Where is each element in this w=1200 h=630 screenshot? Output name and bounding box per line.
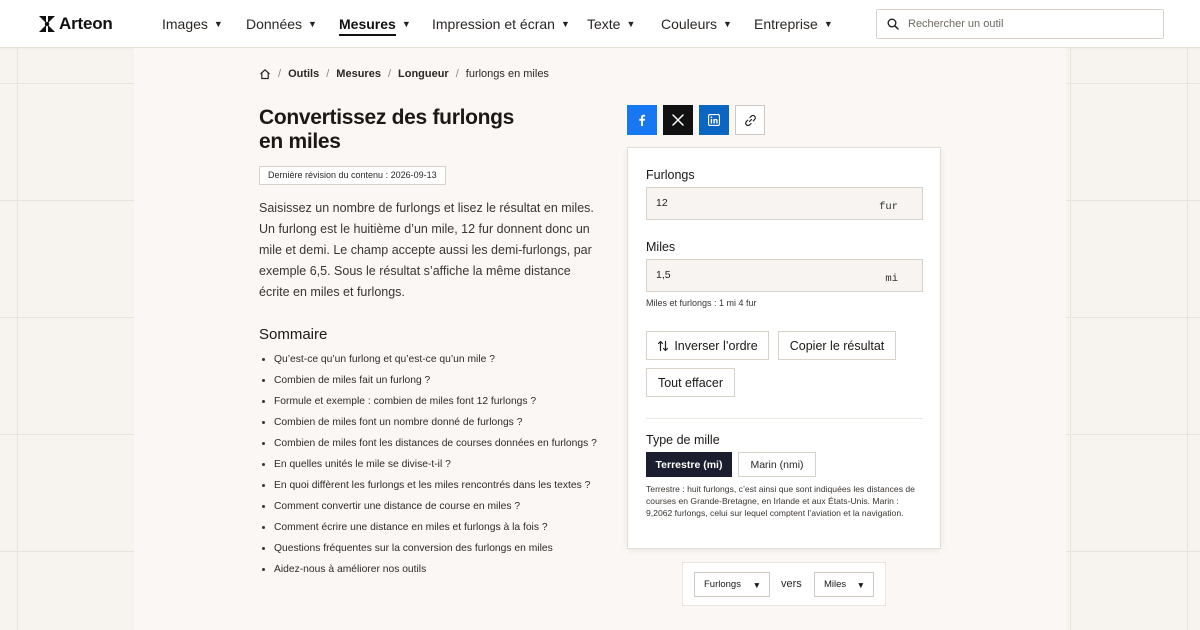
caret-down-icon: ▼ (401, 19, 411, 29)
mixed-result-note: Miles et furlongs : 1 mi 4 fur (646, 298, 757, 308)
nav-item-donnees[interactable]: Données ▼ (246, 0, 317, 48)
breadcrumb-separator: / (455, 68, 459, 80)
nav-item-couleurs[interactable]: Couleurs ▼ (661, 0, 732, 48)
swap-order-label: Inverser l’ordre (674, 338, 758, 353)
from-unit-select[interactable]: Furlongs ▼ (694, 572, 770, 597)
summary-item[interactable]: En quelles unités le mile se divise-t-il… (259, 457, 599, 472)
page-title: Convertissez des furlongs en miles (259, 106, 515, 153)
search-box[interactable] (876, 9, 1164, 39)
mile-type-description: Terrestre : huit furlongs, c’est ainsi q… (646, 484, 915, 518)
nav-item-mesures[interactable]: Mesures ▼ (339, 0, 411, 48)
caret-down-icon: ▼ (752, 579, 761, 590)
furlongs-unit: fur (879, 201, 898, 213)
intro-text: Saisissez un nombre de furlongs et lisez… (259, 201, 594, 299)
revision-badge: Dernière révision du contenu : 2026-09-1… (259, 166, 446, 185)
linkedin-icon (708, 114, 720, 126)
card-divider (646, 418, 923, 419)
nav-label: Mesures (339, 16, 396, 36)
summary-item[interactable]: Formule et exemple : combien de miles fo… (259, 394, 599, 409)
summary-item[interactable]: Qu’est-ce qu’un furlong et qu’est-ce qu’… (259, 352, 599, 367)
link-icon (744, 114, 756, 126)
summary-item[interactable]: Combien de miles font les distances de c… (259, 436, 599, 451)
arteon-logo-icon (39, 16, 55, 32)
unit-picker: Furlongs ▼ vers Miles ▼ (682, 562, 886, 606)
logo[interactable]: Arteon (39, 14, 113, 34)
swap-order-button[interactable]: Inverser l’ordre (646, 331, 769, 360)
nav-label: Couleurs (661, 16, 718, 32)
nav-label: Entreprise (754, 16, 818, 32)
to-unit-select[interactable]: Miles ▼ (814, 572, 874, 597)
share-linkedin-button[interactable] (699, 105, 729, 135)
miles-label: Miles (646, 240, 676, 254)
breadcrumb: / Outils / Mesures / Longueur / furlongs… (259, 68, 549, 80)
unit-connector: vers (781, 578, 802, 590)
furlongs-field[interactable]: fur (646, 187, 923, 220)
mile-type-terrestre-option[interactable]: Terrestre (mi) (646, 452, 732, 477)
x-icon (672, 114, 684, 126)
from-unit-value: Furlongs (704, 579, 741, 590)
search-input[interactable] (908, 18, 1148, 30)
summary-list: Qu’est-ce qu’un furlong et qu’est-ce qu’… (259, 352, 599, 583)
breadcrumb-current: furlongs en miles (465, 68, 549, 80)
mile-type-marin-option[interactable]: Marin (nmi) (738, 452, 816, 477)
miles-unit: mi (885, 273, 898, 285)
share-buttons (627, 105, 765, 135)
summary-title: Sommaire (259, 326, 328, 343)
breadcrumb-link-longueur[interactable]: Longueur (398, 68, 449, 80)
nav-item-texte[interactable]: Texte ▼ (587, 0, 635, 48)
breadcrumb-separator: / (326, 68, 330, 80)
summary-item[interactable]: Comment convertir une distance de course… (259, 499, 599, 514)
top-navigation-bar: Arteon Images ▼ Données ▼ Mesures ▼ Impr… (0, 0, 1200, 48)
miles-input[interactable] (647, 268, 867, 281)
share-facebook-button[interactable] (627, 105, 657, 135)
breadcrumb-separator: / (387, 68, 391, 80)
summary-item[interactable]: En quoi diffèrent les furlongs et les mi… (259, 478, 599, 493)
summary-item[interactable]: Questions fréquentes sur la conversion d… (259, 541, 599, 556)
summary-item[interactable]: Combien de miles font un nombre donné de… (259, 415, 599, 430)
furlongs-input[interactable] (647, 196, 867, 209)
copy-result-button[interactable]: Copier le résultat (778, 331, 896, 360)
caret-down-icon: ▼ (560, 19, 570, 29)
clear-all-label: Tout effacer (657, 375, 724, 390)
caret-down-icon: ▼ (308, 19, 317, 29)
share-x-button[interactable] (663, 105, 693, 135)
summary-item[interactable]: Combien de miles fait un furlong ? (259, 373, 599, 388)
furlongs-label: Furlongs (646, 168, 695, 182)
search-icon (887, 18, 899, 30)
clear-all-button[interactable]: Tout effacer (646, 368, 735, 397)
caret-down-icon: ▼ (823, 19, 833, 29)
caret-down-icon: ▼ (213, 19, 223, 29)
nav-label: Images (162, 16, 208, 32)
swap-arrows-icon (658, 340, 669, 351)
converter-card: Furlongs fur Miles mi Miles et furlongs … (627, 147, 941, 549)
nav-item-images[interactable]: Images ▼ (162, 0, 223, 48)
caret-down-icon: ▼ (856, 579, 865, 590)
breadcrumb-separator: / (278, 68, 282, 80)
nav-label: Données (246, 16, 303, 32)
copy-result-label: Copier le résultat (789, 338, 885, 353)
home-icon[interactable] (259, 68, 271, 80)
nav-item-impression-ecran[interactable]: Impression et écran ▼ (432, 0, 570, 48)
facebook-icon (639, 114, 646, 126)
breadcrumb-link-outils[interactable]: Outils (288, 68, 319, 80)
summary-item[interactable]: Comment écrire une distance en miles et … (259, 520, 599, 535)
nav-label: Texte (587, 16, 621, 32)
breadcrumb-link-mesures[interactable]: Mesures (336, 68, 381, 80)
mile-type-label: Type de mille (646, 433, 720, 447)
caret-down-icon: ▼ (723, 19, 732, 29)
to-unit-value: Miles (824, 579, 847, 590)
summary-item[interactable]: Aidez-nous à améliorer nos outils (259, 562, 599, 577)
copy-link-button[interactable] (735, 105, 765, 135)
logo-text: Arteon (59, 14, 113, 33)
nav-item-entreprise[interactable]: Entreprise ▼ (754, 0, 833, 48)
miles-field[interactable]: mi (646, 259, 923, 292)
nav-label: Impression et écran (432, 16, 555, 32)
caret-down-icon: ▼ (626, 19, 636, 29)
